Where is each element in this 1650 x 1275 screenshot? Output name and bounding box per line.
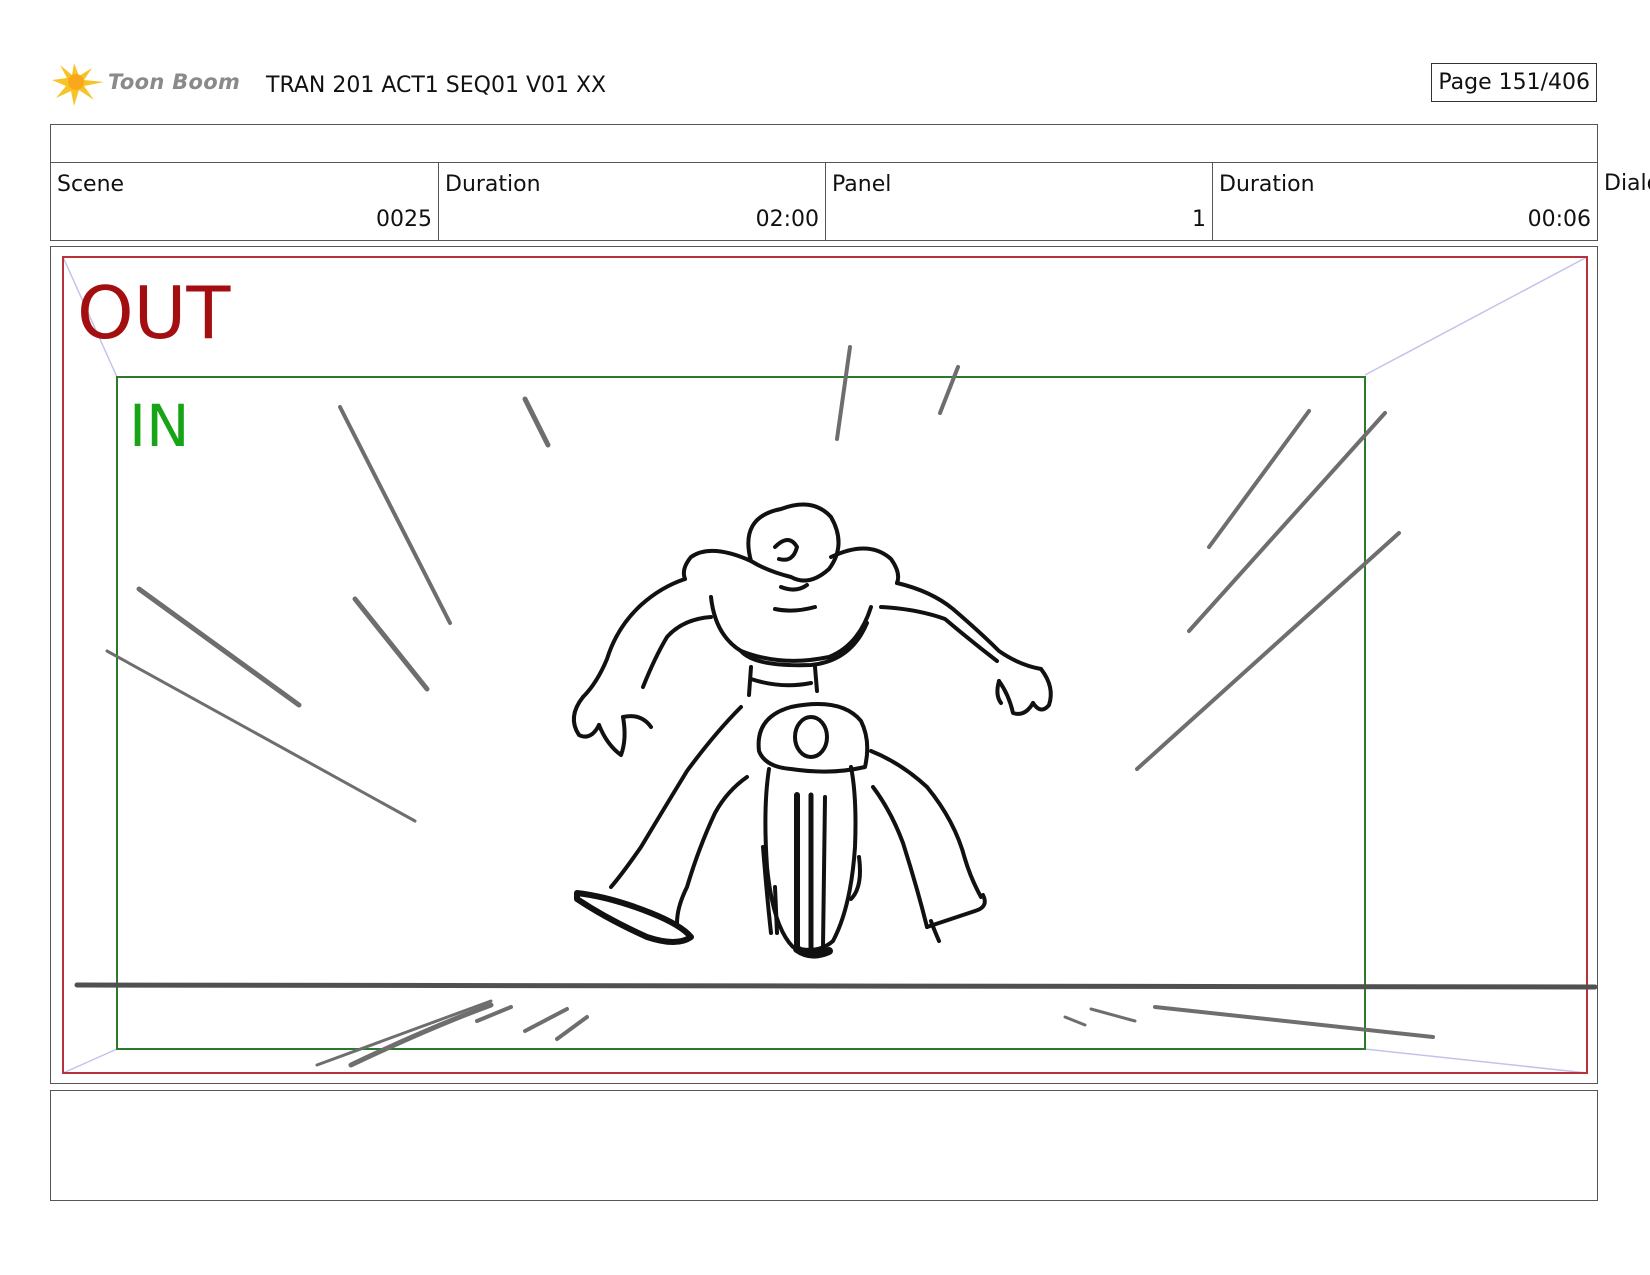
scene-duration-value: 02:00 bbox=[755, 207, 819, 232]
notes-box bbox=[50, 1090, 1598, 1201]
out-frame-label: OUT bbox=[77, 271, 231, 355]
scene-duration-label: Duration bbox=[445, 172, 541, 197]
toon-boom-logo: Toon Boom bbox=[52, 58, 252, 106]
in-frame-label: IN bbox=[129, 392, 190, 460]
document-title: TRAN 201 ACT1 SEQ01 V01 XX bbox=[266, 73, 607, 98]
panel-duration-cell: Duration 00:06 bbox=[1212, 163, 1597, 240]
panel-sketch bbox=[62, 256, 1597, 1074]
scene-value: 0025 bbox=[376, 207, 432, 232]
panel-cell: Panel 1 bbox=[825, 163, 1212, 240]
page-header: Toon Boom TRAN 201 ACT1 SEQ01 V01 XX Pag… bbox=[52, 56, 1600, 106]
scene-duration-cell: Duration 02:00 bbox=[438, 163, 825, 240]
panel-value: 1 bbox=[1192, 207, 1206, 232]
panel-duration-value: 00:06 bbox=[1527, 207, 1591, 232]
dialog-label: Dialo bbox=[1604, 171, 1650, 196]
panel-duration-label: Duration bbox=[1219, 172, 1315, 197]
rider-motorcycle-sketch bbox=[571, 502, 1053, 959]
shot-info-row: Scene 0025 Duration 02:00 Panel 1 Durati… bbox=[50, 162, 1598, 241]
scene-label: Scene bbox=[57, 172, 125, 197]
blank-header-bar bbox=[50, 124, 1598, 162]
page-number: Page 151/406 bbox=[1438, 70, 1590, 95]
logo-text: Toon Boom bbox=[108, 70, 241, 94]
ground-line bbox=[74, 982, 1597, 990]
speed-lines bbox=[105, 345, 1435, 1068]
storyboard-panel: OUT IN bbox=[50, 246, 1598, 1084]
sunburst-logo-icon bbox=[52, 63, 104, 106]
in-frame bbox=[116, 376, 1366, 1050]
scene-cell: Scene 0025 bbox=[51, 163, 438, 240]
page-number-box: Page 151/406 bbox=[1431, 63, 1597, 102]
panel-label: Panel bbox=[832, 172, 892, 197]
